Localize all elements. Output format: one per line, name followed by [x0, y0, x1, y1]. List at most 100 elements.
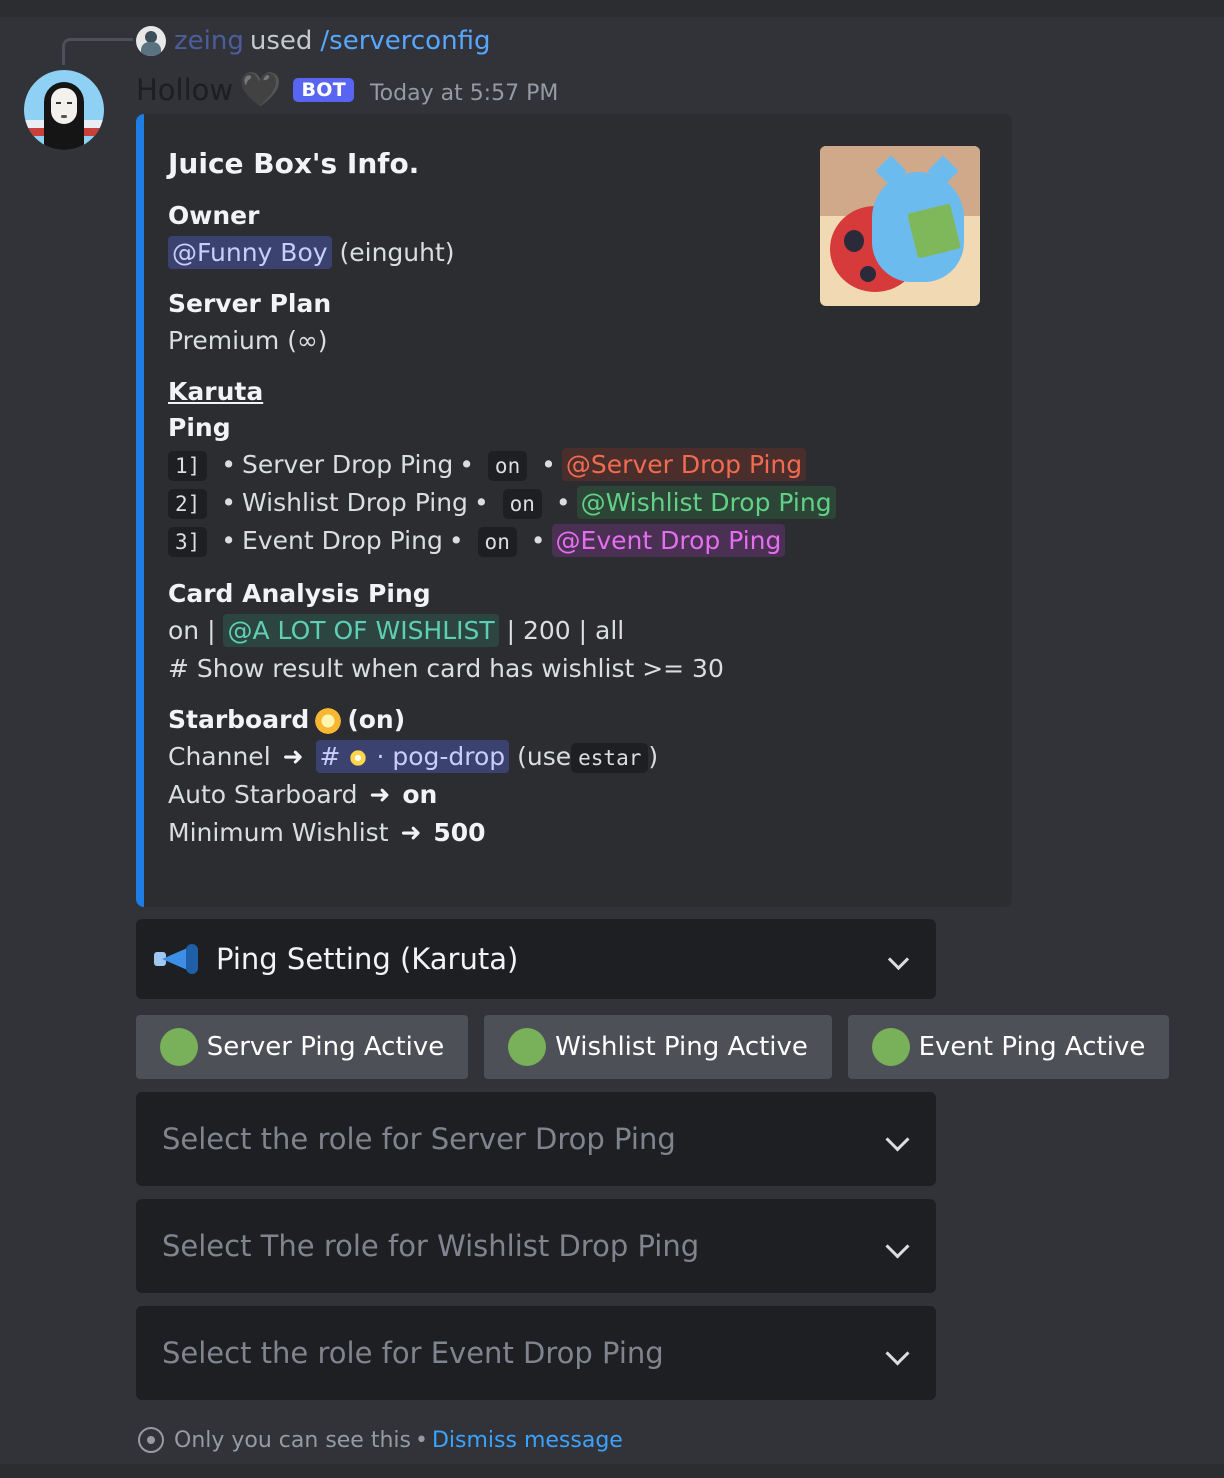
min-label: Minimum Wishlist: [168, 818, 389, 847]
eye-icon: [138, 1427, 164, 1453]
bullet: •: [459, 450, 474, 479]
use-command: estar: [571, 743, 649, 773]
chevron-down-icon: [885, 1233, 910, 1259]
timestamp[interactable]: Today at 5:57 PM: [370, 75, 558, 106]
reply-username[interactable]: zeing: [174, 26, 244, 56]
bullet: •: [448, 526, 464, 555]
use-suffix: ): [648, 742, 659, 771]
chevron-down-icon: [887, 948, 910, 970]
button-label: Server Ping Active: [206, 1032, 445, 1062]
bullet: •: [221, 450, 236, 479]
plan-label: Server Plan: [168, 289, 332, 318]
ping-label: Ping: [168, 413, 231, 442]
ephemeral-note: Only you can see this: [174, 1427, 411, 1453]
auto-starboard-row: Auto Starboard ➜ on: [168, 776, 808, 814]
author-name[interactable]: Hollow: [136, 73, 233, 107]
starboard-label: Starboard: [168, 705, 310, 734]
ping-setting-label: Ping Setting (Karuta): [216, 942, 519, 976]
dismiss-message-link[interactable]: Dismiss message: [432, 1428, 623, 1453]
ping-row-wishlist: 2] • Wishlist Drop Ping • on • @Wishlist Dr…: [168, 484, 836, 522]
wishlist-ping-active-button[interactable]: Wishlist Ping Active: [484, 1015, 832, 1079]
plan-value: Premium (∞): [168, 326, 328, 355]
min-value: 500: [433, 818, 486, 847]
section-karuta-label: Karuta: [168, 377, 264, 406]
ephemeral-footer: Only you can see this • Dismiss message: [138, 1424, 623, 1456]
ping-role-mention[interactable]: @Wishlist Drop Ping: [576, 486, 836, 519]
message-header: Hollow 🖤 BOT Today at 5:57 PM: [136, 70, 558, 110]
server-ping-active-button[interactable]: Server Ping Active: [136, 1015, 468, 1079]
owner-handle: (einguht): [339, 238, 455, 267]
bullet: •: [473, 488, 489, 517]
ping-row-server: 1] • Server Drop Ping • on • @Server Drop P…: [168, 446, 808, 484]
black-heart-icon: 🖤: [239, 70, 282, 110]
sun-icon: [313, 706, 344, 736]
starboard-status: (on): [347, 705, 406, 734]
starboard-label-row: Starboard (on): [168, 702, 808, 738]
green-circle-icon: [508, 1028, 547, 1066]
button-label: Event Ping Active: [918, 1032, 1146, 1062]
reply-used-text: used: [249, 26, 313, 56]
channel-name: · pog-drop: [376, 742, 506, 771]
chevron-down-icon: [885, 1126, 910, 1152]
event-drop-role-select[interactable]: Select the role for Event Drop Ping: [136, 1306, 936, 1400]
ping-state: on: [502, 489, 542, 519]
select-placeholder: Select the role for Server Drop Ping: [162, 1122, 676, 1156]
bot-avatar[interactable]: [24, 70, 104, 150]
auto-label: Auto Starboard: [168, 780, 358, 809]
starboard-channel-row: Channel ➜ # · pog-drop (use estar): [168, 738, 808, 776]
embed-thumbnail-image[interactable]: [820, 146, 980, 306]
ping-setting-select[interactable]: Ping Setting (Karuta): [136, 919, 936, 999]
bullet: •: [541, 450, 556, 479]
channel-label: Channel: [168, 742, 271, 771]
embed-card: Juice Box's Info. Owner @Funny Boy (eing…: [136, 114, 1012, 907]
hash-icon: #: [319, 742, 341, 771]
bot-badge: BOT: [293, 78, 354, 102]
arrow-right-icon: ➜: [400, 818, 422, 847]
arrow-right-icon: ➜: [282, 742, 304, 771]
card-analysis-note: # Show result when card has wishlist >= …: [168, 654, 724, 683]
green-circle-icon: [871, 1028, 910, 1066]
bullet: •: [530, 526, 546, 555]
ping-index: 3]: [168, 527, 208, 557]
footer-dot: •: [414, 1427, 428, 1453]
server-drop-role-select[interactable]: Select the role for Server Drop Ping: [136, 1092, 936, 1186]
channel-mention[interactable]: # · pog-drop: [315, 740, 510, 773]
ping-row-event: 3] • Event Drop Ping • on • @Event Drop Pin…: [168, 522, 808, 560]
select-placeholder: Select The role for Wishlist Drop Ping: [162, 1229, 700, 1263]
auto-value: on: [402, 780, 438, 809]
green-circle-icon: [159, 1028, 198, 1066]
bullet: •: [555, 488, 571, 517]
card-analysis-state: on: [168, 616, 200, 645]
use-prefix: (use: [517, 742, 572, 771]
sparkle-star-icon: [346, 746, 371, 770]
minimum-wishlist-row: Minimum Wishlist ➜ 500: [168, 814, 808, 852]
bullet: •: [221, 488, 236, 517]
reply-spine: [62, 38, 133, 65]
embed-title: Juice Box's Info.: [168, 147, 420, 180]
bottom-bar: [0, 1464, 1224, 1478]
pipe: |: [207, 616, 216, 645]
ping-name: Event Drop Ping: [242, 526, 443, 555]
interaction-reply: zeing used /serverconfig: [136, 24, 490, 58]
card-analysis-role-mention[interactable]: @A LOT OF WISHLIST: [223, 614, 499, 647]
arrow-right-icon: ➜: [369, 780, 391, 809]
owner-value: @Funny Boy (einguht): [168, 234, 808, 272]
top-bar: [0, 0, 1224, 17]
owner-mention[interactable]: @Funny Boy: [168, 236, 332, 269]
ping-name: Server Drop Ping: [242, 450, 454, 479]
megaphone-icon: [154, 944, 200, 974]
ping-role-mention[interactable]: @Server Drop Ping: [561, 448, 807, 481]
reply-command[interactable]: /serverconfig: [320, 26, 490, 56]
ping-state: on: [487, 451, 528, 481]
ping-state: on: [477, 527, 517, 557]
ping-index: 2]: [168, 489, 208, 519]
user-avatar-small[interactable]: [136, 26, 166, 56]
event-ping-active-button[interactable]: Event Ping Active: [848, 1015, 1169, 1079]
card-analysis-value: on | @A LOT OF WISHLIST | 200 | all: [168, 612, 808, 650]
owner-label: Owner: [168, 201, 260, 230]
button-label: Wishlist Ping Active: [555, 1032, 808, 1062]
ping-role-mention[interactable]: @Event Drop Ping: [551, 524, 786, 557]
wishlist-drop-role-select[interactable]: Select The role for Wishlist Drop Ping: [136, 1199, 936, 1293]
select-placeholder: Select the role for Event Drop Ping: [162, 1336, 664, 1370]
ping-name: Wishlist Drop Ping: [242, 488, 468, 517]
